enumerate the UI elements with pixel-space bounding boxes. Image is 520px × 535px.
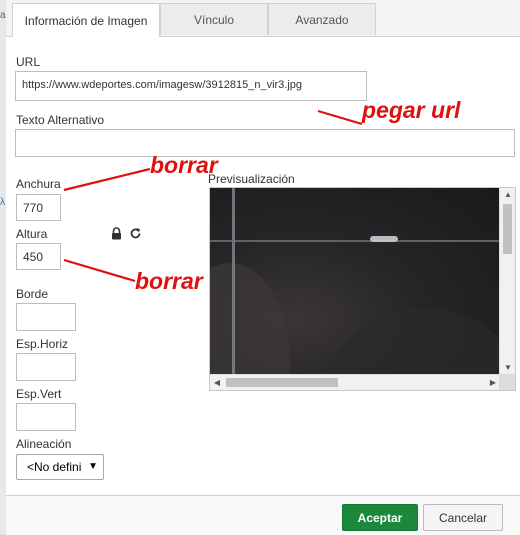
- annotation-line-url: [317, 109, 363, 126]
- annotation-arrows: [63, 109, 363, 283]
- annotation-delete-height: borrar: [135, 268, 203, 294]
- annotation-line-width: [63, 167, 151, 192]
- annotation-line-height: [63, 258, 136, 283]
- annotation-delete-width: borrar: [150, 152, 218, 178]
- annotation-paste-url: pegar url: [362, 97, 461, 123]
